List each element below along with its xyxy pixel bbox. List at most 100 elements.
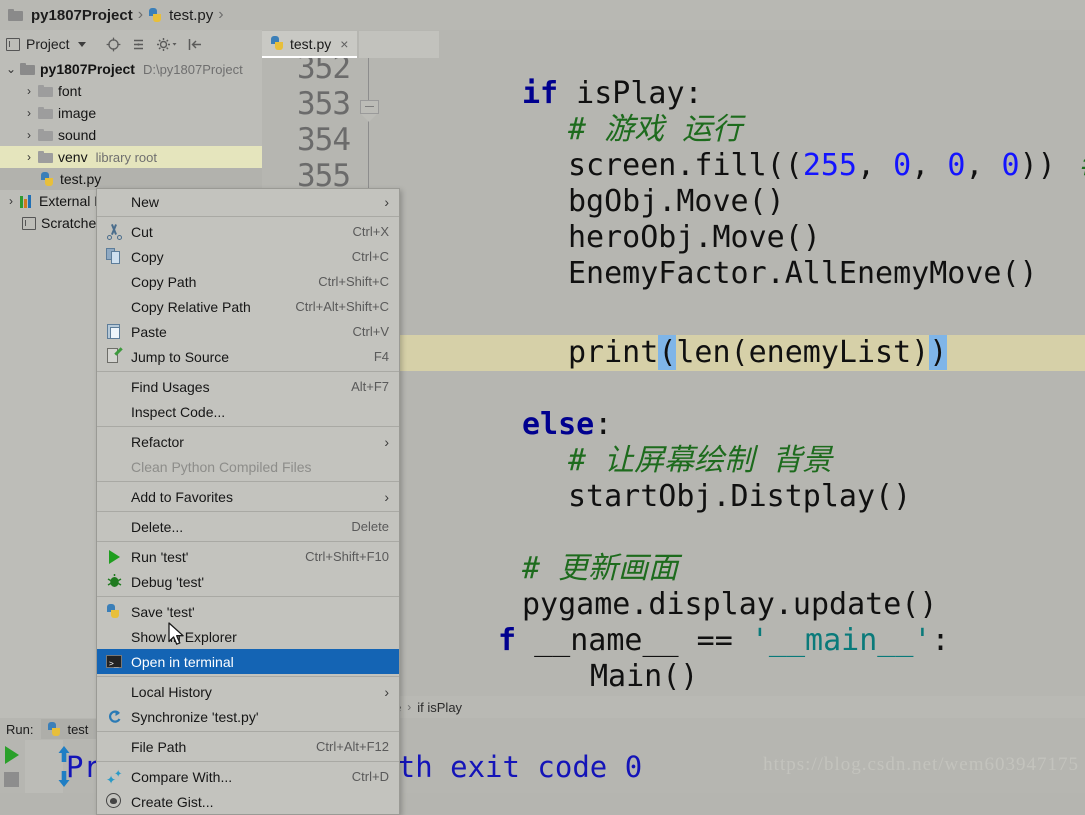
menu-separator [97, 481, 399, 482]
stop-icon[interactable] [4, 772, 19, 787]
menu-item-label: Debug 'test' [131, 574, 389, 590]
menu-item-shortcut: Ctrl+V [353, 324, 389, 339]
menu-item-compare-with[interactable]: ✦✦ Compare With... Ctrl+D [97, 764, 399, 789]
number-0: 0 [893, 148, 911, 183]
tree-item-venv[interactable]: › venv library root [0, 146, 262, 168]
folder-icon [20, 63, 35, 75]
pycharm-window: py1807Project › test.py › Project [0, 0, 1085, 793]
menu-item-synchronize-test-py[interactable]: Synchronize 'test.py' [97, 704, 399, 729]
compare-icon: ✦✦ [106, 768, 123, 785]
menu-item-save-test[interactable]: Save 'test' [97, 599, 399, 624]
code-line-screen-fill: screen.fill((255, 0, 0, 0))# [568, 148, 1085, 184]
chevron-down-icon[interactable]: ⌄ [2, 62, 20, 76]
tree-item-label: py1807Project [40, 61, 135, 77]
chevron-right-icon: › [407, 700, 411, 714]
menu-item-label: Copy [131, 249, 352, 265]
menu-item-label: Run 'test' [131, 549, 305, 565]
settings-gear-icon[interactable] [156, 37, 178, 52]
menu-item-copy[interactable]: Copy Ctrl+C [97, 244, 399, 269]
tree-item-label: Scratche [41, 215, 96, 231]
folder-icon [38, 85, 53, 97]
menu-item-cut[interactable]: Cut Ctrl+X [97, 219, 399, 244]
folder-icon [8, 9, 23, 21]
jump-to-source-icon [106, 348, 123, 365]
python-file-icon [148, 8, 163, 23]
menu-item-label: New [131, 194, 376, 210]
string-main: '__main__' [751, 623, 932, 658]
menu-item-delete[interactable]: Delete... Delete [97, 514, 399, 539]
run-tab-test[interactable]: test [41, 719, 96, 739]
chevron-right-icon[interactable]: › [20, 128, 38, 142]
synchronize-icon [106, 708, 123, 725]
hide-panel-icon[interactable] [188, 37, 203, 52]
menu-item-find-usages[interactable]: Find Usages Alt+F7 [97, 374, 399, 399]
target-locate-icon[interactable] [106, 37, 121, 52]
breadcrumb-separator-icon-2: › [218, 6, 223, 24]
menu-separator [97, 426, 399, 427]
rerun-icon[interactable] [5, 746, 19, 764]
keyword-if-fragment: f [498, 623, 516, 658]
menu-item-label: Save 'test' [131, 604, 389, 620]
chevron-right-icon: › [384, 684, 389, 700]
close-icon[interactable]: × [340, 36, 348, 52]
code-content[interactable]: if isPlay: # 游戏 运行 screen.fill((255, 0, … [380, 58, 1085, 718]
chevron-right-icon: › [384, 489, 389, 505]
breadcrumb-project[interactable]: py1807Project [31, 7, 133, 24]
chevron-right-icon[interactable]: › [20, 150, 38, 164]
menu-item-new[interactable]: New › [97, 189, 399, 214]
code-text: , [965, 148, 1001, 183]
menu-item-show-in-explorer[interactable]: Show in Explorer [97, 624, 399, 649]
menu-item-local-history[interactable]: Local History › [97, 679, 399, 704]
menu-item-shortcut: Ctrl+Alt+F12 [316, 739, 389, 754]
context-menu[interactable]: New › Cut Ctrl+X Copy Ctrl+C Copy Path C… [96, 188, 400, 815]
menu-item-open-in-terminal[interactable]: >_ Open in terminal [97, 649, 399, 674]
editor-breadcrumb-item-ifisplay[interactable]: if isPlay [417, 700, 462, 715]
menu-item-run-test[interactable]: Run 'test' Ctrl+Shift+F10 [97, 544, 399, 569]
menu-item-paste[interactable]: Paste Ctrl+V [97, 319, 399, 344]
tree-item-label: sound [58, 127, 96, 143]
menu-item-label: Add to Favorites [131, 489, 376, 505]
tree-item-py1807project[interactable]: ⌄ py1807Project D:\py1807Project [0, 58, 262, 80]
tree-item-image[interactable]: › image [0, 102, 262, 124]
menu-item-shortcut: F4 [374, 349, 389, 364]
menu-item-file-path[interactable]: File Path Ctrl+Alt+F12 [97, 734, 399, 759]
gist-icon [106, 793, 123, 810]
chevron-right-icon[interactable]: › [2, 194, 20, 208]
chevron-right-icon[interactable]: › [20, 84, 38, 98]
tree-item-sound[interactable]: › sound [0, 124, 262, 146]
paste-icon [106, 323, 123, 340]
project-panel-title[interactable]: Project [26, 36, 70, 52]
tab-test-py[interactable]: test.py × [262, 31, 357, 58]
code-line-bgobj-move: bgObj.Move() [568, 184, 785, 220]
code-text: : [594, 407, 612, 442]
tree-item-font[interactable]: › font [0, 80, 262, 102]
code-text: screen.fill(( [568, 148, 803, 183]
menu-item-shortcut: Ctrl+Shift+C [318, 274, 389, 289]
menu-item-shortcut: Ctrl+Shift+F10 [305, 549, 389, 564]
menu-item-jump-to-source[interactable]: Jump to Source F4 [97, 344, 399, 369]
chevron-down-icon[interactable] [78, 42, 86, 47]
menu-item-inspect-code[interactable]: Inspect Code... [97, 399, 399, 424]
menu-item-debug-test[interactable]: Debug 'test' [97, 569, 399, 594]
breadcrumb-file[interactable]: test.py [169, 7, 213, 24]
menu-item-label: Refactor [131, 434, 376, 450]
matching-bracket-open: ( [658, 335, 676, 370]
menu-item-label: Clean Python Compiled Files [131, 459, 389, 475]
external-libraries-icon [20, 195, 34, 208]
menu-item-add-to-favorites[interactable]: Add to Favorites › [97, 484, 399, 509]
collapse-fold-icon[interactable] [360, 100, 379, 122]
tab-label: test.py [290, 36, 331, 52]
menu-item-copy-relative-path[interactable]: Copy Relative Path Ctrl+Alt+Shift+C [97, 294, 399, 319]
run-tab-label: test [67, 722, 88, 737]
collapse-all-icon[interactable] [131, 37, 146, 52]
menu-item-shortcut: Ctrl+X [353, 224, 389, 239]
line-number: 352 [297, 58, 350, 86]
menu-item-copy-path[interactable]: Copy Path Ctrl+Shift+C [97, 269, 399, 294]
menu-item-label: Delete... [131, 519, 351, 535]
code-line-if-isplay: if isPlay: [522, 76, 703, 112]
tree-item-test-py[interactable]: test.py [0, 168, 262, 190]
chevron-right-icon[interactable]: › [20, 106, 38, 120]
menu-item-refactor[interactable]: Refactor › [97, 429, 399, 454]
tab-strip-filler [359, 31, 439, 58]
menu-item-label: Copy Path [131, 274, 318, 290]
